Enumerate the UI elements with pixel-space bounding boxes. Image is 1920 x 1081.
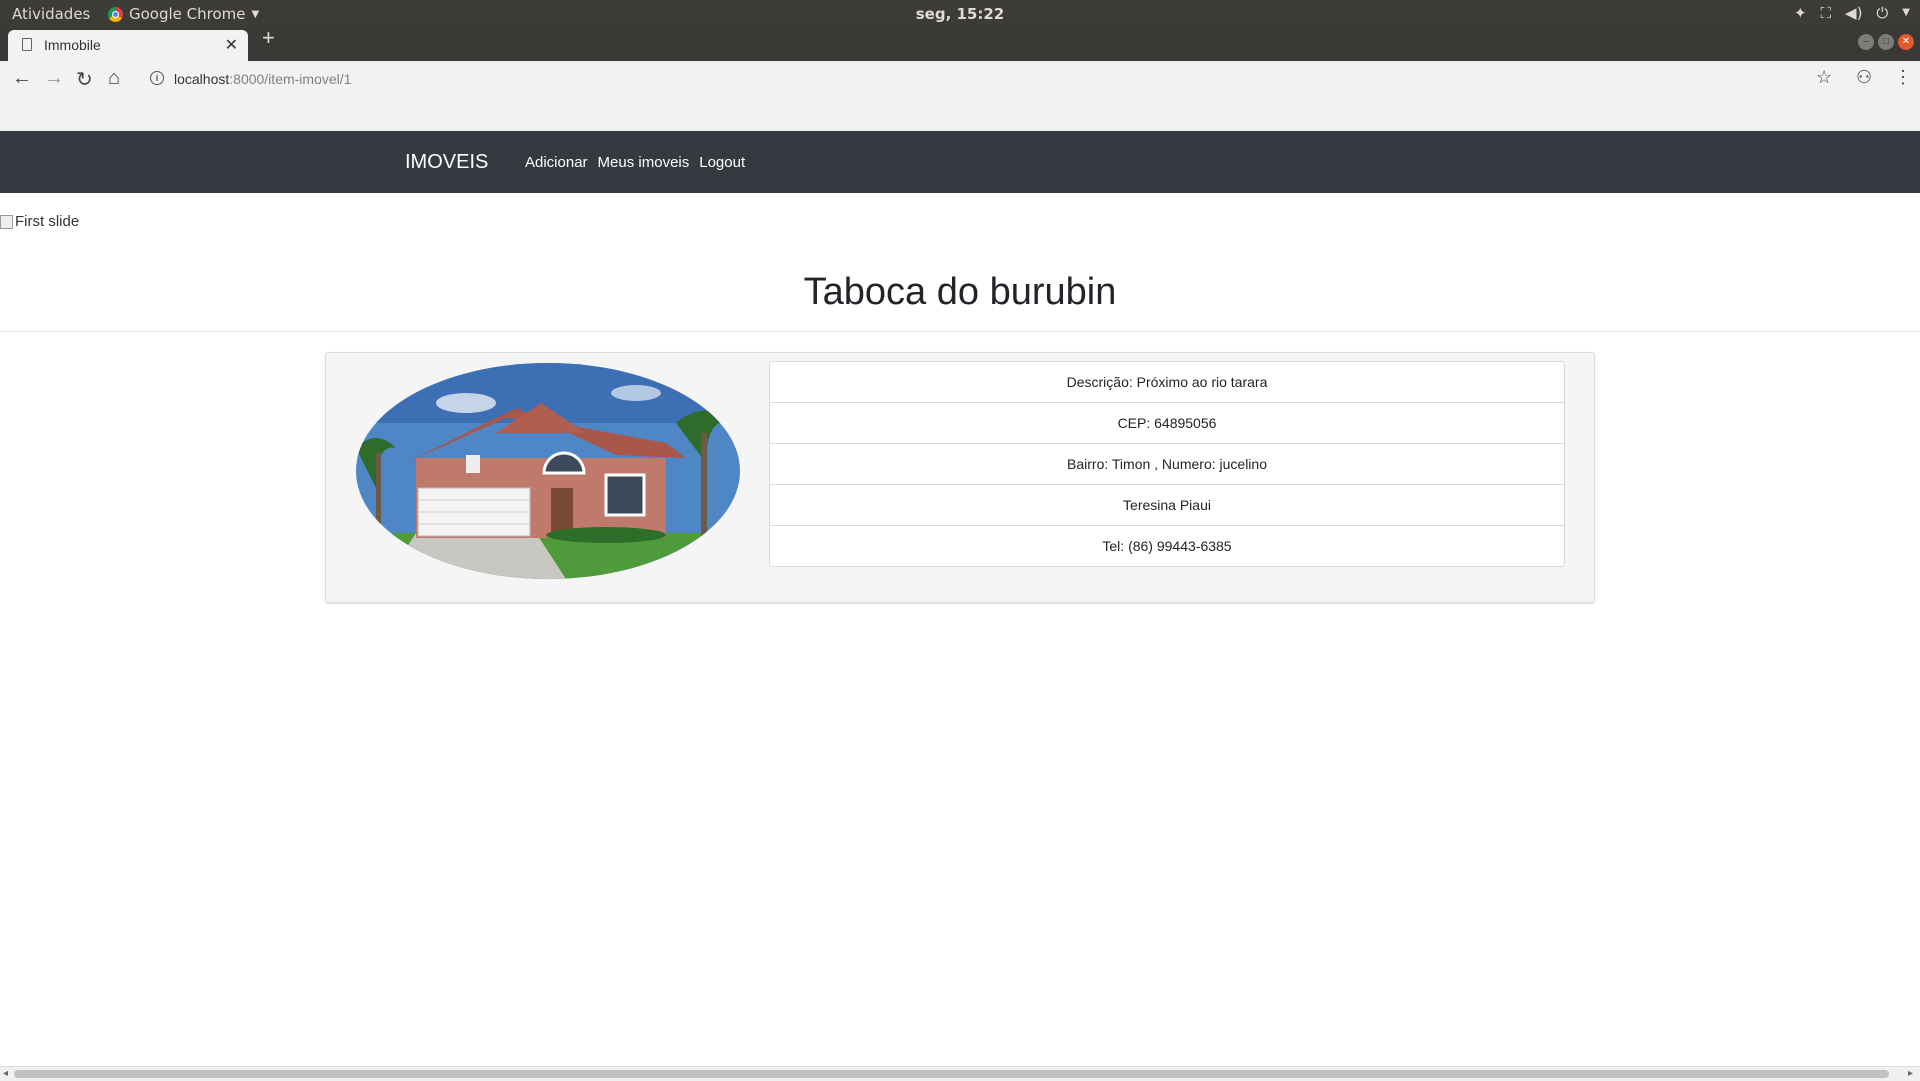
tab-title: Immobile xyxy=(44,37,101,53)
carousel-image-alt: First slide xyxy=(15,213,80,230)
nav-link-logout[interactable]: Logout xyxy=(699,154,745,171)
new-tab-button[interactable]: + xyxy=(262,25,275,51)
close-tab-icon[interactable]: ✕ xyxy=(225,35,238,55)
horizontal-scrollbar[interactable]: ◂ ▸ xyxy=(0,1066,1920,1081)
forward-arrow-icon[interactable]: → xyxy=(44,67,64,90)
info-icon[interactable]: i xyxy=(150,71,164,85)
navbar: IMOVEIS Adicionar Meus imoveis Logout xyxy=(0,131,1920,193)
url-path: :8000/item-imovel/1 xyxy=(229,71,352,87)
home-icon[interactable]: ⌂ xyxy=(108,67,120,90)
nav-link-adicionar[interactable]: Adicionar xyxy=(525,154,588,171)
clock[interactable]: seg, 15:22 xyxy=(0,5,1920,23)
detail-cep: CEP: 64895056 xyxy=(770,403,1564,444)
dropbox-icon[interactable]: ✦ xyxy=(1794,4,1807,22)
house-photo xyxy=(356,363,740,579)
app-menu[interactable]: Google Chrome ▼ xyxy=(108,5,259,23)
nav-link-meus-imoveis[interactable]: Meus imoveis xyxy=(598,154,690,171)
system-tray[interactable]: ✦ ⛶ ◀) ⏻ ▼ xyxy=(1794,4,1910,22)
detail-neighborhood: Bairro: Timon , Numero: jucelino xyxy=(770,444,1564,485)
navbar-brand[interactable]: IMOVEIS xyxy=(405,151,488,174)
toolbar-spacer xyxy=(0,99,1920,131)
menu-dots-icon[interactable]: ⋮ xyxy=(1894,67,1912,88)
detail-description: Descrição: Próximo ao rio tarara xyxy=(770,362,1564,403)
minimize-button[interactable]: – xyxy=(1858,34,1874,50)
url-text[interactable]: localhost:8000/item-imovel/1 xyxy=(174,71,351,87)
volume-icon[interactable]: ◀) xyxy=(1845,4,1862,22)
carousel-image: First slide xyxy=(0,213,79,230)
address-bar[interactable]: i localhost:8000/item-imovel/1 xyxy=(140,66,1780,94)
house-illustration xyxy=(356,363,740,579)
caret-down-icon[interactable]: ▼ xyxy=(1902,7,1910,22)
reload-icon[interactable]: ↻ xyxy=(76,67,93,92)
nav-links: Adicionar Meus imoveis Logout xyxy=(525,154,745,171)
web-page: IMOVEIS Adicionar Meus imoveis Logout Fi… xyxy=(0,131,1920,1069)
property-card: Descrição: Próximo ao rio tarara CEP: 64… xyxy=(325,352,1595,603)
tab-strip: Immobile ✕ + – □ ✕ xyxy=(0,25,1920,61)
detail-city-state: Teresina Piaui xyxy=(770,485,1564,526)
back-arrow-icon[interactable]: ← xyxy=(12,67,32,90)
activities-button[interactable]: Atividades xyxy=(12,5,90,23)
detail-phone: Tel: (86) 99443-6385 xyxy=(1102,538,1232,554)
scroll-left-arrow-icon[interactable]: ◂ xyxy=(3,1067,8,1081)
broken-image-icon xyxy=(0,214,13,229)
divider xyxy=(0,331,1920,332)
system-top-bar: Atividades Google Chrome ▼ seg, 15:22 ✦ … xyxy=(0,0,1920,27)
extension-icon[interactable]: ⚇ xyxy=(1856,67,1872,88)
property-details-list: Descrição: Próximo ao rio tarara CEP: 64… xyxy=(769,361,1565,567)
maximize-button[interactable]: □ xyxy=(1878,34,1894,50)
close-window-button[interactable]: ✕ xyxy=(1898,34,1914,50)
scrollbar-thumb[interactable] xyxy=(14,1070,1889,1078)
browser-toolbar: ← → ↻ ⌂ i localhost:8000/item-imovel/1 ☆… xyxy=(0,61,1920,99)
bookmark-star-icon[interactable]: ☆ xyxy=(1816,67,1832,88)
scroll-right-arrow-icon[interactable]: ▸ xyxy=(1908,1067,1913,1081)
chrome-icon xyxy=(108,6,123,22)
url-host: localhost xyxy=(174,71,230,87)
power-icon[interactable]: ⏻ xyxy=(1876,4,1888,22)
page-icon xyxy=(22,38,32,51)
app-name: Google Chrome xyxy=(129,5,246,23)
caret-down-icon: ▼ xyxy=(251,8,260,20)
network-icon[interactable]: ⛶ xyxy=(1821,4,1832,22)
browser-tab[interactable]: Immobile ✕ xyxy=(8,30,248,61)
window-controls: – □ ✕ xyxy=(1858,34,1914,50)
property-title: Taboca do burubin xyxy=(803,271,1117,313)
